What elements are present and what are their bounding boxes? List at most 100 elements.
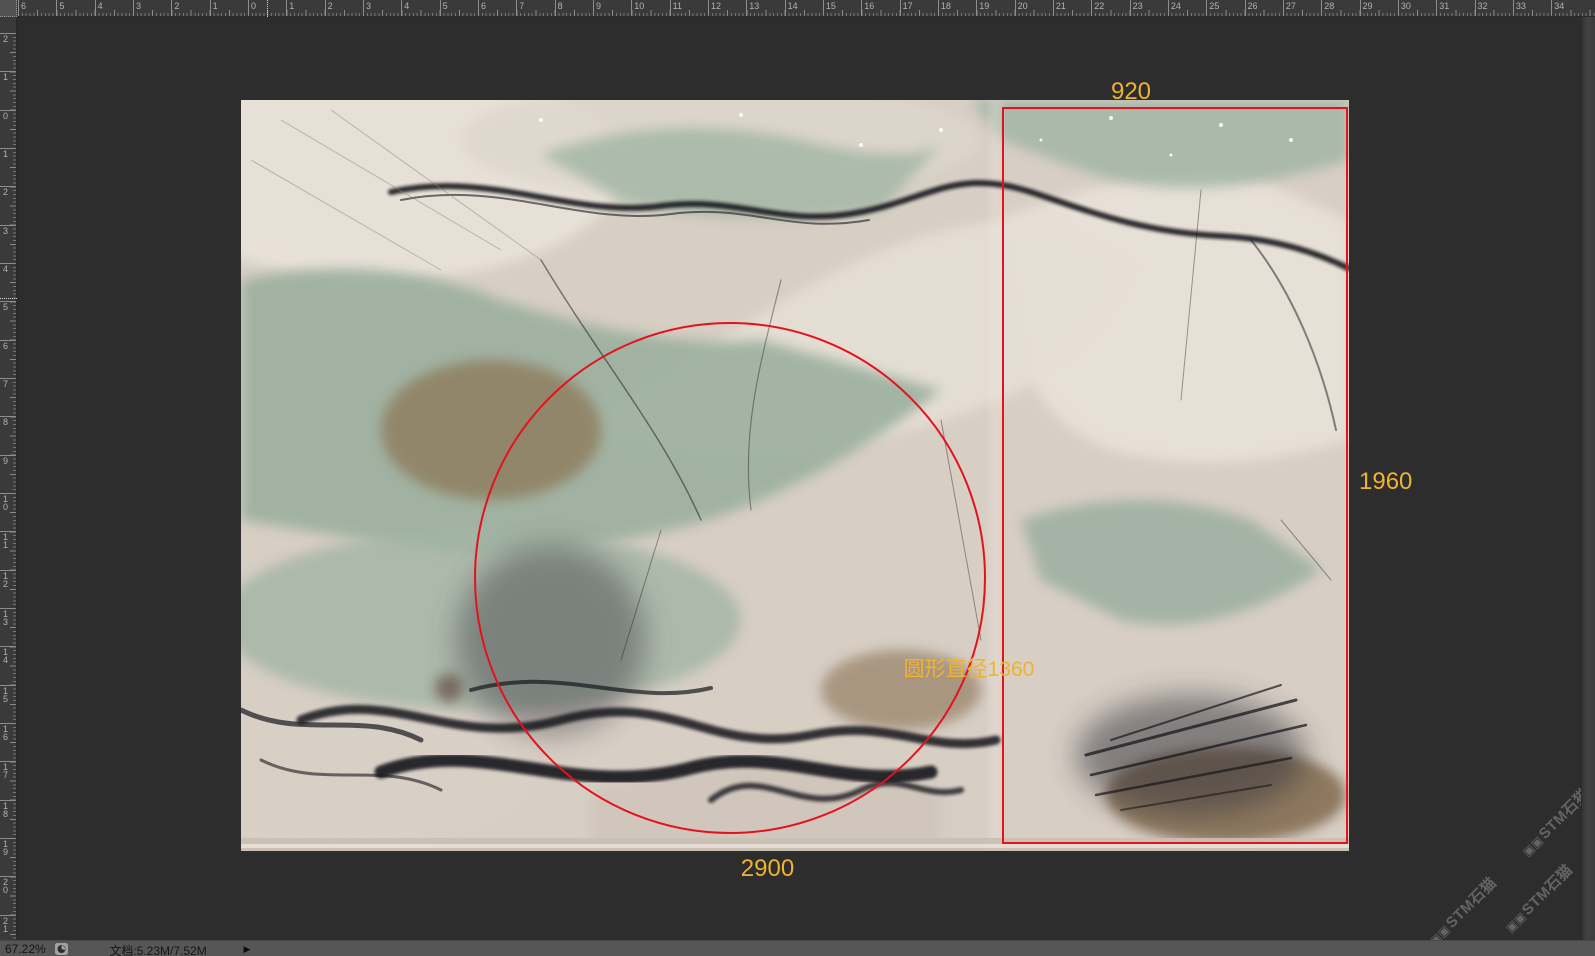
- ruler-label: 3: [3, 227, 8, 235]
- vertical-scrollbar[interactable]: [1581, 17, 1595, 940]
- ruler-label: 6: [3, 342, 8, 350]
- ruler-label: 19: [979, 1, 989, 11]
- ruler-tick: 23: [1130, 0, 1131, 16]
- ruler-tick: 1 1: [0, 531, 16, 532]
- ruler-label: 1 3: [3, 610, 8, 626]
- ruler-tick: 29: [1360, 0, 1361, 16]
- ruler-label: 2: [3, 35, 8, 43]
- ruler-tick: 1: [0, 71, 16, 72]
- ruler-label: 24: [1171, 1, 1181, 11]
- ruler-label: 21: [1056, 1, 1066, 11]
- ruler-tick: 30: [1398, 0, 1399, 16]
- ruler-tick: 25: [1206, 0, 1207, 16]
- ruler-tick: 1: [286, 0, 287, 16]
- ruler-tick: 3: [133, 0, 134, 16]
- ruler-label: 6: [481, 1, 486, 11]
- ruler-label: 1 0: [3, 495, 8, 511]
- ruler-label: 1 5: [3, 687, 8, 703]
- ruler-tick: 31: [1436, 0, 1437, 16]
- ruler-tick: 1 2: [0, 570, 16, 571]
- ruler-tick: 13: [746, 0, 747, 16]
- ruler-tick: 4: [0, 263, 16, 264]
- ruler-label: 6: [21, 1, 26, 11]
- ruler-tick: 9: [593, 0, 594, 16]
- ruler-label: 1: [3, 150, 8, 158]
- ruler-tick: 33: [1513, 0, 1514, 16]
- ruler-label: 23: [1133, 1, 1143, 11]
- ruler-label: 1 6: [3, 725, 8, 741]
- ruler-label: 34: [1554, 1, 1564, 11]
- ruler-tick: 1: [0, 148, 16, 149]
- ruler-tick: 12: [708, 0, 709, 16]
- ruler-label: 8: [558, 1, 563, 11]
- ruler-label: 33: [1516, 1, 1526, 11]
- horizontal-ruler[interactable]: 6543210123456789101112131415161718192021…: [17, 0, 1595, 17]
- ruler-label: 0: [3, 112, 8, 120]
- ruler-label: 11: [673, 1, 682, 11]
- ruler-label: 1 9: [3, 840, 8, 856]
- ruler-tick: 6: [18, 0, 19, 16]
- ruler-tick: 5: [0, 301, 16, 302]
- vertical-ruler[interactable]: 2101234567891 01 11 21 31 41 51 61 71 81…: [0, 17, 17, 940]
- watermark: ▣▣STM石猫: [1499, 859, 1577, 937]
- ruler-tick: 6: [478, 0, 479, 16]
- ruler-tick: 20: [1015, 0, 1016, 16]
- ruler-label: 29: [1363, 1, 1373, 11]
- ruler-tick: 27: [1283, 0, 1284, 16]
- ruler-label: 1 2: [3, 572, 8, 588]
- ruler-tick: 4: [401, 0, 402, 16]
- marble-slab-photo[interactable]: 圆形直径1360: [241, 100, 1349, 851]
- ruler-tick: 1 0: [0, 493, 16, 494]
- ruler-tick: 8: [555, 0, 556, 16]
- status-bar: 67.22% 文档:5.23M/7.52M ▶: [0, 940, 1595, 956]
- circle-diameter-label: 圆形直径1360: [889, 653, 1049, 683]
- watermark: ▣▣STM石猫: [1423, 872, 1501, 940]
- ruler-label: 26: [1248, 1, 1258, 11]
- ruler-tick: 2: [325, 0, 326, 16]
- right-height-label: 1960: [1359, 468, 1412, 496]
- status-expand-button[interactable]: ▶: [240, 942, 254, 956]
- ruler-tick: 5: [56, 0, 57, 16]
- document-size-info[interactable]: 文档:5.23M/7.52M: [78, 942, 238, 956]
- ruler-tick: 10: [631, 0, 632, 16]
- ruler-label: 1: [3, 73, 8, 81]
- watermark: ▣▣STM石猫: [1516, 783, 1581, 861]
- ruler-tick: 28: [1321, 0, 1322, 16]
- ruler-tick: 34: [1551, 0, 1552, 16]
- ruler-tick: 8: [0, 416, 16, 417]
- ruler-label: 10: [634, 1, 644, 11]
- watermark-text: STM石猫: [1519, 861, 1576, 918]
- bottom-width-label: 2900: [725, 855, 810, 883]
- ruler-tick: 2: [171, 0, 172, 16]
- ruler-label: 20: [1018, 1, 1028, 11]
- ruler-label: 8: [3, 418, 8, 426]
- ruler-tick: 11: [670, 0, 671, 16]
- ruler-tick: 15: [823, 0, 824, 16]
- document-canvas[interactable]: 圆形直径1360 920 1960 2900 ▣▣STM石猫 ▣▣STM石猫 ▣…: [18, 18, 1581, 940]
- ruler-label: 5: [59, 1, 64, 11]
- photoshop-window: 6543210123456789101112131415161718192021…: [0, 0, 1595, 956]
- ruler-label: 4: [404, 1, 409, 11]
- ruler-label: 4: [3, 265, 8, 273]
- ruler-label: 1 1: [3, 533, 8, 549]
- ruler-label: 15: [826, 1, 836, 11]
- ruler-tick: 6: [0, 340, 16, 341]
- ruler-tick: 2 0: [0, 876, 16, 877]
- ruler-label: 1 8: [3, 802, 8, 818]
- ruler-label: 2 1: [3, 917, 8, 933]
- ruler-label: 28: [1324, 1, 1334, 11]
- ruler-tick: 32: [1475, 0, 1476, 16]
- ruler-tick: 1 4: [0, 646, 16, 647]
- ruler-tick: 19: [976, 0, 977, 16]
- ruler-label: 3: [366, 1, 371, 11]
- ruler-tick: 3: [363, 0, 364, 16]
- zoom-level-field[interactable]: 67.22%: [5, 942, 46, 956]
- ruler-label: 1: [213, 1, 218, 11]
- ruler-label: 13: [749, 1, 759, 11]
- ruler-tick: 0: [0, 110, 16, 111]
- ruler-label: 5: [443, 1, 448, 11]
- ruler-origin-box[interactable]: [0, 0, 17, 17]
- ruler-label: 12: [711, 1, 721, 11]
- ruler-tick: 17: [900, 0, 901, 16]
- ruler-label: 7: [519, 1, 524, 11]
